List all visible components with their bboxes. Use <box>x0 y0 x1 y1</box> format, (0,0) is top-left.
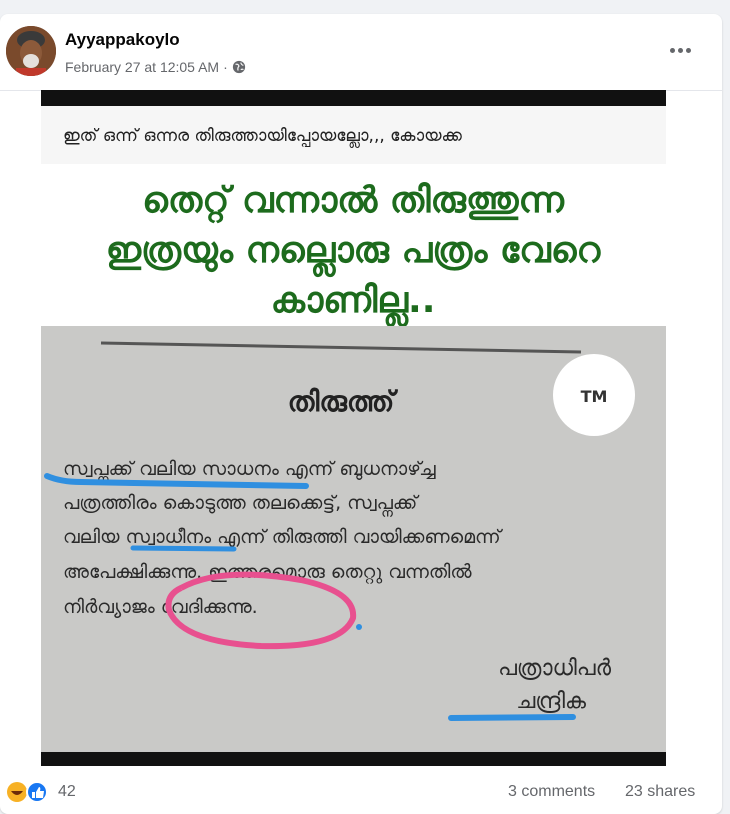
post-meta: February 27 at 12:05 AM · <box>65 59 246 75</box>
comments-link[interactable]: 3 comments <box>508 783 595 801</box>
dot <box>677 47 683 53</box>
clip-line-2: പത്രത്തിരം കൊടുത്ത തലക്കെട്ട്, സ്വപ്നക്ക… <box>63 492 420 518</box>
globe-icon[interactable] <box>232 60 246 74</box>
clip-line-4: അപേക്ഷിക്കുന്നു. ഇത്തരമൊരു തെറ്റു വന്നതി… <box>63 561 472 584</box>
avatar-photo <box>6 26 56 76</box>
dot <box>669 47 675 53</box>
signature-line-1: പത്രാധിപർ <box>498 656 612 681</box>
post-author[interactable]: Ayyappakoylo <box>65 30 180 50</box>
reaction-icons[interactable] <box>6 781 54 803</box>
headline-line-3: കാണില്ല.. <box>271 280 436 328</box>
tm-badge-text: TM <box>581 387 608 406</box>
post-image[interactable]: ഇത് ഒന്ന് ഒന്നര തിരുത്തായിപ്പോയല്ലോ,,, ക… <box>41 90 666 766</box>
clip-line-5: നിർവ്യാജം വേദിക്കുന്നു. <box>63 596 258 618</box>
caption-text: ഇത് ഒന്ന് ഒന്നര തിരുത്തായിപ്പോയല്ലോ,,, ക… <box>63 126 462 149</box>
image-bottom-frame <box>41 752 666 766</box>
blue-underline-3 <box>448 714 576 721</box>
avatar[interactable] <box>6 26 56 76</box>
reaction-count[interactable]: 42 <box>58 783 76 801</box>
blue-underline-2 <box>130 545 237 552</box>
clip-title: തിരുത്ത് <box>288 385 399 418</box>
clip-line-3: വലിയ സ്വാധീനം എന്ന് തിരുത്തി വായിക്കണമെന… <box>63 526 503 548</box>
dot <box>685 47 691 53</box>
headline-line-1: തെറ്റ് വന്നാൽ തിരുത്തുന്ന <box>142 180 564 224</box>
signature-line-2: ചന്ദ്രിക <box>516 689 586 714</box>
meta-separator: · <box>223 59 228 75</box>
headline-line-2: ഇത്രയും നല്ലൊരു പത്രം വേറെ <box>106 230 602 278</box>
shares-link[interactable]: 23 shares <box>625 783 695 801</box>
blue-dot <box>356 624 362 630</box>
post-timestamp[interactable]: February 27 at 12:05 AM <box>65 59 219 75</box>
more-options-icon[interactable] <box>665 40 695 60</box>
